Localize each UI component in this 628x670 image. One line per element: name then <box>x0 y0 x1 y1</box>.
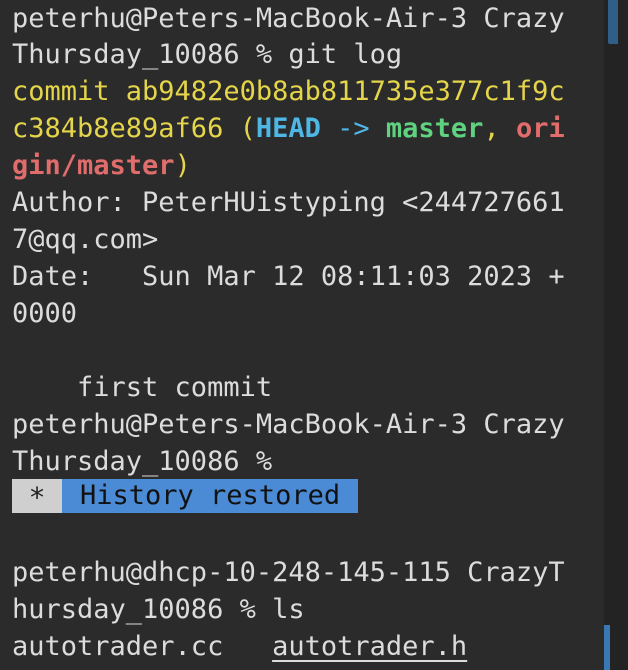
commit-refs-line: c384b8e89af66 (HEAD -> master, ori <box>12 110 565 147</box>
command-line-ls: hursday_10086 % ls <box>12 594 305 625</box>
scrollbar-thumb-top[interactable] <box>608 0 618 44</box>
prompt-line-2b: Thursday_10086 % <box>12 446 273 477</box>
author-line: Author: PeterHUistyping <244727661 <box>12 187 565 218</box>
date-line-2: 0000 <box>12 298 78 329</box>
history-restored-badge: * History restored <box>12 479 359 514</box>
branch-master: master <box>385 113 484 144</box>
prompt-line: peterhu@Peters-MacBook-Air-3 Crazy <box>12 3 565 34</box>
file-autotrader-h[interactable]: autotrader.h <box>272 631 467 662</box>
badge-star-icon: * <box>12 479 62 514</box>
ls-output-line: autotrader.cc autotrader.h <box>12 628 467 665</box>
file-autotrader-cc[interactable]: autotrader.cc <box>12 631 272 662</box>
head-arrow: -> <box>320 113 386 144</box>
remote-branch-part2: gin/master <box>12 150 175 181</box>
refs-close-paren: ) <box>174 150 191 181</box>
scrollbar-thumb[interactable] <box>604 625 610 670</box>
remote-branch-part1: ori <box>515 113 565 144</box>
scrollbar-track[interactable] <box>604 0 628 670</box>
author-line-2: 7@qq.com> <box>12 224 159 255</box>
terminal-window[interactable]: peterhu@Peters-MacBook-Air-3 Crazy Thurs… <box>0 0 628 670</box>
head-ref: HEAD <box>255 113 321 144</box>
refs-open-paren: ( <box>223 113 256 144</box>
command-line-git-log: Thursday_10086 % git log <box>12 39 403 70</box>
refs-comma: , <box>483 113 516 144</box>
commit-hash-line: commit ab9482e0b8ab811735e377c1f9c <box>12 76 565 107</box>
date-line: Date: Sun Mar 12 08:11:03 2023 + <box>12 261 565 292</box>
commit-hash-tail: c384b8e89af66 <box>12 113 224 144</box>
prompt-line-2: peterhu@Peters-MacBook-Air-3 Crazy <box>12 409 565 440</box>
prompt-line-3: peterhu@dhcp-10-248-145-115 CrazyT <box>12 557 565 588</box>
commit-refs-line-2: gin/master) <box>12 147 191 184</box>
commit-message: first commit <box>12 372 273 403</box>
history-restored-label: History restored <box>62 479 359 513</box>
